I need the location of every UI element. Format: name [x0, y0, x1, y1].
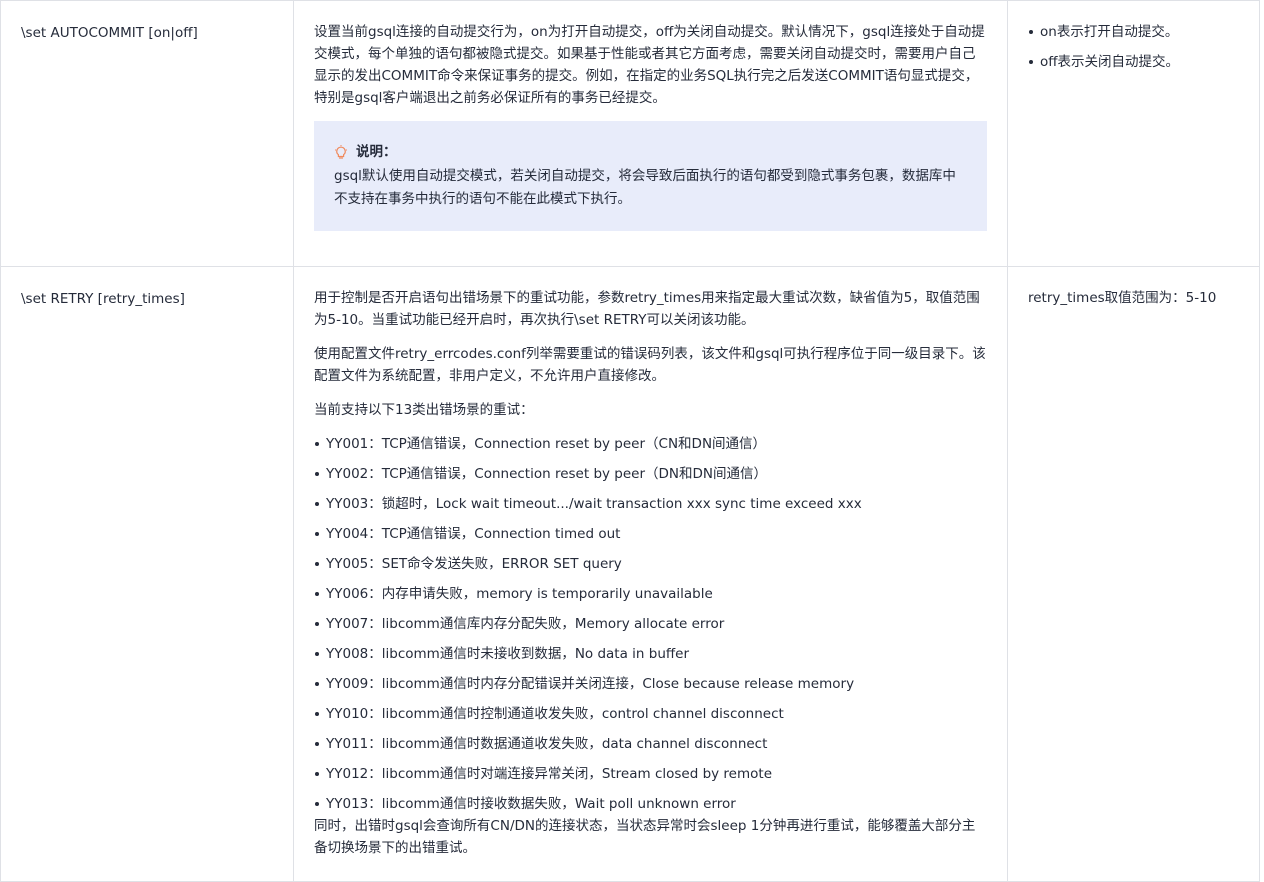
- list-item: YY007：libcomm通信库内存分配失败，Memory allocate e…: [314, 613, 987, 635]
- list-item: YY001：TCP通信错误，Connection reset by peer（C…: [314, 433, 987, 455]
- list-item: YY010：libcomm通信时控制通道收发失败，control channel…: [314, 703, 987, 725]
- value-cell: on表示打开自动提交。 off表示关闭自动提交。: [1007, 0, 1260, 267]
- list-item: YY009：libcomm通信时内存分配错误并关闭连接，Close becaus…: [314, 673, 987, 695]
- description-cell: 用于控制是否开启语句出错场景下的重试功能，参数retry_times用来指定最大…: [293, 266, 1008, 882]
- value-cell: retry_times取值范围为：5-10: [1007, 266, 1260, 882]
- list-item: on表示打开自动提交。: [1028, 21, 1239, 43]
- note-title-text: 说明：: [356, 144, 397, 160]
- table-row-retry: \set RETRY [retry_times] 用于控制是否开启语句出错场景下…: [0, 266, 1260, 882]
- tail-paragraph: 同时，出错时gsql会查询所有CN/DN的连接状态，当状态异常时会sleep 1…: [314, 818, 976, 856]
- description-paragraph: 当前支持以下13类出错场景的重试：: [314, 402, 534, 418]
- parameter-table: \set AUTOCOMMIT [on|off] 设置当前gsql连接的自动提交…: [0, 0, 1260, 882]
- error-list: YY001：TCP通信错误，Connection reset by peer（C…: [314, 433, 987, 815]
- value-text: retry_times取值范围为：5-10: [1028, 290, 1217, 306]
- note-title: 说明：: [334, 141, 967, 164]
- list-item: YY013：libcomm通信时接收数据失败，Wait poll unknown…: [314, 793, 987, 815]
- param-name: \set RETRY [retry_times]: [21, 291, 185, 307]
- param-cell: \set RETRY [retry_times]: [0, 266, 294, 882]
- note-box: 说明： gsql默认使用自动提交模式，若关闭自动提交，将会导致后面执行的语句都受…: [314, 121, 987, 231]
- list-item: YY011：libcomm通信时数据通道收发失败，data channel di…: [314, 733, 987, 755]
- list-item: YY004：TCP通信错误，Connection timed out: [314, 523, 987, 545]
- list-item: YY008：libcomm通信时未接收到数据，No data in buffer: [314, 643, 987, 665]
- table-row-autocommit: \set AUTOCOMMIT [on|off] 设置当前gsql连接的自动提交…: [0, 0, 1260, 267]
- list-item: YY003：锁超时，Lock wait timeout.../wait tran…: [314, 493, 987, 515]
- param-cell: \set AUTOCOMMIT [on|off]: [0, 0, 294, 267]
- list-item: YY012：libcomm通信时对端连接异常关闭，Stream closed b…: [314, 763, 987, 785]
- lightbulb-icon: [335, 144, 347, 159]
- value-list: on表示打开自动提交。 off表示关闭自动提交。: [1028, 21, 1239, 73]
- list-item: off表示关闭自动提交。: [1028, 51, 1239, 73]
- description-paragraph: 用于控制是否开启语句出错场景下的重试功能，参数retry_times用来指定最大…: [314, 290, 980, 328]
- list-item: YY005：SET命令发送失败，ERROR SET query: [314, 553, 987, 575]
- description-cell: 设置当前gsql连接的自动提交行为，on为打开自动提交，off为关闭自动提交。默…: [293, 0, 1008, 267]
- list-item: YY002：TCP通信错误，Connection reset by peer（D…: [314, 463, 987, 485]
- list-item: YY006：内存申请失败，memory is temporarily unava…: [314, 583, 987, 605]
- description-paragraph: 设置当前gsql连接的自动提交行为，on为打开自动提交，off为关闭自动提交。默…: [314, 24, 985, 106]
- param-name: \set AUTOCOMMIT [on|off]: [21, 25, 198, 41]
- description-paragraph: 使用配置文件retry_errcodes.conf列举需要重试的错误码列表，该文…: [314, 346, 986, 384]
- note-text: gsql默认使用自动提交模式，若关闭自动提交，将会导致后面执行的语句都受到隐式事…: [334, 168, 956, 207]
